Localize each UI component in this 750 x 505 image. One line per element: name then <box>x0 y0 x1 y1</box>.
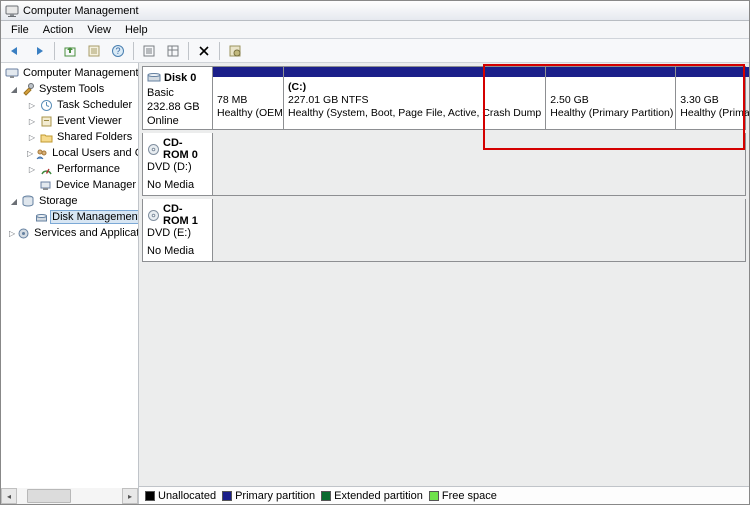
expand-icon[interactable]: ▷ <box>27 164 37 174</box>
menu-bar: File Action View Help <box>1 21 749 39</box>
delete-button[interactable] <box>193 41 215 61</box>
tree-local-users[interactable]: ▷Local Users and Groups <box>13 145 138 161</box>
partition-stripe <box>213 67 283 77</box>
partition[interactable]: 3.30 GB Healthy (Primary Partition) <box>675 67 749 129</box>
legend-bar: Unallocated Primary partition Extended p… <box>139 486 749 504</box>
nav-tree: Computer Management (Local ◢ System Tool… <box>1 63 139 504</box>
tree-task-scheduler[interactable]: ▷Task Scheduler <box>13 97 138 113</box>
device-icon <box>39 178 52 192</box>
settings-button[interactable] <box>224 41 246 61</box>
partition-stripe <box>546 67 675 77</box>
tree-performance[interactable]: ▷Performance <box>13 161 138 177</box>
tree-disk-management[interactable]: ▷Disk Management <box>13 209 138 225</box>
tree-root-label: Computer Management (Local <box>21 67 139 79</box>
tree-system-tools[interactable]: ◢ System Tools <box>9 81 138 97</box>
disk-graphical-view: Disk 0 Basic 232.88 GB Online 78 MB Heal… <box>139 63 749 486</box>
properties-button[interactable] <box>83 41 105 61</box>
collapse-icon[interactable]: ◢ <box>9 196 19 206</box>
scroll-left-button[interactable]: ◂ <box>1 488 17 504</box>
back-button[interactable] <box>4 41 26 61</box>
forward-button[interactable] <box>28 41 50 61</box>
partition[interactable]: 78 MB Healthy (OEM Pa <box>213 67 283 129</box>
collapse-icon[interactable]: ◢ <box>9 84 19 94</box>
help-button[interactable]: ? <box>107 41 129 61</box>
tree-label: System Tools <box>37 83 106 95</box>
legend-free: Free space <box>429 490 497 502</box>
body: Computer Management (Local ◢ System Tool… <box>1 63 749 504</box>
toolbar: ? <box>1 39 749 63</box>
legend-primary: Primary partition <box>222 490 315 502</box>
legend-extended: Extended partition <box>321 490 423 502</box>
partition-container: 78 MB Healthy (OEM Pa (C:) 227.01 GB NTF… <box>213 67 749 129</box>
performance-icon <box>39 162 53 176</box>
expand-icon[interactable]: ▷ <box>27 148 33 158</box>
partition-stripe <box>676 67 749 77</box>
menu-view[interactable]: View <box>81 23 117 37</box>
expand-icon[interactable]: ▷ <box>27 116 37 126</box>
computer-icon <box>5 66 19 80</box>
scroll-thumb[interactable] <box>27 489 71 503</box>
scroll-track[interactable] <box>17 488 122 504</box>
tree-shared-folders[interactable]: ▷Shared Folders <box>13 129 138 145</box>
cdrom-header[interactable]: CD-ROM 0 DVD (D:) No Media <box>143 133 213 195</box>
tree-services[interactable]: ▷ Services and Applications <box>9 225 138 241</box>
tree-horizontal-scrollbar[interactable]: ◂ ▸ <box>1 488 138 504</box>
svg-text:?: ? <box>115 46 120 56</box>
services-icon <box>17 226 30 240</box>
tree-storage[interactable]: ◢ Storage <box>9 193 138 209</box>
legend-unallocated: Unallocated <box>145 490 216 502</box>
window-title: Computer Management <box>23 5 139 17</box>
event-icon <box>39 114 53 128</box>
expand-icon[interactable]: ▷ <box>27 132 37 142</box>
swatch-icon <box>145 491 155 501</box>
app-icon <box>5 4 19 18</box>
disk-icon <box>35 210 48 224</box>
tools-icon <box>21 82 35 96</box>
disk-row[interactable]: Disk 0 Basic 232.88 GB Online 78 MB Heal… <box>142 66 746 130</box>
cdrom-icon <box>147 142 160 156</box>
hard-disk-icon <box>147 71 161 85</box>
view-detail-button[interactable] <box>162 41 184 61</box>
menu-file[interactable]: File <box>5 23 35 37</box>
tree-device-manager[interactable]: ▷Device Manager <box>13 177 138 193</box>
swatch-icon <box>321 491 331 501</box>
partition[interactable]: (C:) 227.01 GB NTFS Healthy (System, Boo… <box>283 67 545 129</box>
disk-management-pane: Disk 0 Basic 232.88 GB Online 78 MB Heal… <box>139 63 749 504</box>
swatch-icon <box>429 491 439 501</box>
cdrom-body <box>213 133 745 195</box>
cdrom-header[interactable]: CD-ROM 1 DVD (E:) No Media <box>143 199 213 261</box>
expand-icon[interactable]: ▷ <box>27 100 37 110</box>
disk-header[interactable]: Disk 0 Basic 232.88 GB Online <box>143 67 213 129</box>
swatch-icon <box>222 491 232 501</box>
scroll-right-button[interactable]: ▸ <box>122 488 138 504</box>
cdrom-icon <box>147 208 160 222</box>
menu-action[interactable]: Action <box>37 23 80 37</box>
cdrom-body <box>213 199 745 261</box>
clock-icon <box>39 98 53 112</box>
partition[interactable]: 2.50 GB Healthy (Primary Partition) <box>545 67 675 129</box>
expand-icon[interactable]: ▷ <box>9 228 15 238</box>
tree-event-viewer[interactable]: ▷Event Viewer <box>13 113 138 129</box>
tree-root[interactable]: Computer Management (Local <box>5 65 138 81</box>
app-window: Computer Management File Action View Hel… <box>0 0 750 505</box>
partition-stripe <box>284 67 545 77</box>
storage-icon <box>21 194 35 208</box>
up-button[interactable] <box>59 41 81 61</box>
users-icon <box>35 146 48 160</box>
view-list-button[interactable] <box>138 41 160 61</box>
cdrom-row[interactable]: CD-ROM 0 DVD (D:) No Media <box>142 133 746 196</box>
menu-help[interactable]: Help <box>119 23 154 37</box>
title-bar[interactable]: Computer Management <box>1 1 749 21</box>
folder-shared-icon <box>39 130 53 144</box>
cdrom-row[interactable]: CD-ROM 1 DVD (E:) No Media <box>142 199 746 262</box>
